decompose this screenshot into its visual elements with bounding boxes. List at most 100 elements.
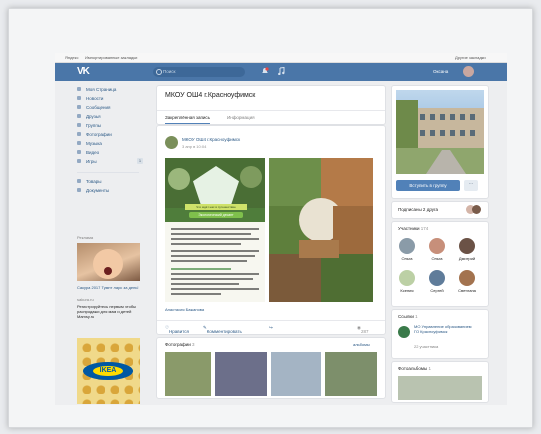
group-header-card: МКОУ ОШ4 г.Красноуфимск Закреплённая зап… [156,85,386,125]
member-item[interactable]: Ольга [396,238,418,261]
post-image-left[interactable]: Что ждёт нас в путешествие Экологический… [165,158,265,302]
share-icon[interactable]: ↪ [269,325,273,331]
links-card: Ссылки 1 МО Управление образованием ГО К… [391,309,489,359]
post-author-avatar[interactable] [165,136,178,149]
member-item[interactable]: Ксения [396,270,418,293]
friend-avatar [472,205,481,214]
community-members: 22 участника [414,344,439,349]
menu-item-messages[interactable]: Сообщения [77,103,147,112]
top-header: VK Поиск Оксана [55,63,507,81]
post-actions: ♡ Нравится ✎ Комментировать ↪ ◉ 287 [157,320,385,335]
user-name[interactable]: Оксана [433,69,448,74]
group-cover-photo[interactable] [396,90,484,174]
post-author[interactable]: МКОУ ОШ4 г.Красноуфимск [182,137,240,142]
friends-icon [77,114,81,118]
albums-title[interactable]: Фотоальбомы 1 [398,366,431,371]
ad-header: Реклама [77,235,94,240]
post-image-right[interactable] [269,158,373,302]
member-item[interactable]: Ольга [426,238,448,261]
like-button[interactable]: ♡ Нравится [165,325,189,334]
messages-icon [77,105,81,109]
music-note-icon[interactable] [277,67,285,75]
post-author-link[interactable]: Анастасия Бажанова [165,307,204,312]
user-avatar[interactable] [463,66,474,77]
tab-pinned-post[interactable]: Закреплённая запись [165,115,211,124]
bookmark-yandex[interactable]: Яндекс [65,55,78,60]
search-icon [156,69,162,75]
photo-frame: Яндекс Импортированные закладки Другие з… [8,8,533,428]
home-icon [77,87,81,91]
member-item[interactable]: Светлана [456,270,478,293]
photo-thumb[interactable] [215,352,267,396]
menu-item-photos[interactable]: Фотографии [77,130,147,139]
vk-logo[interactable]: VK [77,66,90,77]
ad-image-ikea[interactable]: IKEA [77,338,140,404]
bookmarks-bar: Яндекс Импортированные закладки Другие з… [55,53,507,63]
menu-item-groups[interactable]: Группы [77,121,147,130]
school-building [416,108,484,148]
photos-card: Фотографии 3 альбомы [156,337,386,399]
ad-domain: sakura.ru [77,297,94,302]
goods-icon [77,179,81,183]
community-link[interactable]: МО Управление образованием ГО Красноуфим… [414,324,476,334]
bookmark-other[interactable]: Другие закладки [455,55,486,60]
games-icon [77,159,81,163]
group-title: МКОУ ОШ4 г.Красноуфимск [165,92,256,99]
menu-item-my-page[interactable]: Моя Страница [77,85,147,94]
community-avatar[interactable] [398,326,410,338]
menu-item-news[interactable]: Новости [77,94,147,103]
menu-item-goods[interactable]: Товары [77,177,147,186]
photos-all-link[interactable]: альбомы [353,342,370,347]
more-actions-button[interactable]: ··· [464,180,478,191]
tab-info[interactable]: Информация [227,115,255,120]
album-thumb[interactable] [398,376,482,400]
member-avatar [459,270,475,286]
member-avatar [399,238,415,254]
member-avatar [459,238,475,254]
links-title[interactable]: Ссылки 1 [398,314,418,319]
photo-thumb[interactable] [165,352,211,396]
photos-title: Фотографии 3 [165,342,195,347]
menu-item-friends[interactable]: Друзья [77,112,147,121]
menu-item-music[interactable]: Музыка [77,139,147,148]
friends-subscribed-text: Подписаны 2 друга [398,207,439,212]
post-date[interactable]: 3 апр в 10:04 [182,144,206,149]
join-group-button[interactable]: Вступить в группу [396,180,460,191]
member-avatar [399,270,415,286]
photos-icon [77,132,81,136]
menu-divider [77,166,139,173]
docs-icon [77,188,81,192]
menu-item-video[interactable]: Видео [77,148,147,157]
friends-subscribed-card[interactable]: Подписаны 2 друга [391,201,489,219]
video-icon [77,150,81,154]
group-tabs: Закреплённая запись Информация [157,110,385,124]
member-avatar [429,270,445,286]
cover-card: Вступить в группу ··· [391,85,489,199]
bookmark-imported[interactable]: Импортированные закладки [85,55,137,60]
members-card: Участники 174 Ольга Ольга Дмитрий Ксения… [391,221,489,307]
photo-thumb[interactable] [271,352,321,396]
bell-icon[interactable] [261,67,269,75]
comment-button[interactable]: ✎ Комментировать [203,325,242,334]
photo-thumb[interactable] [325,352,377,396]
ad-title[interactable]: Сакура 2017 Тумпт ларс за день! [77,285,143,290]
search-input[interactable]: Поиск [153,67,245,77]
albums-card: Фотоальбомы 1 [391,361,489,403]
poster-banner: Что ждёт нас в путешествие [185,204,247,210]
music-icon [77,141,81,145]
member-item[interactable]: Дмитрий [456,238,478,261]
menu-item-documents[interactable]: Документы [77,186,147,195]
browser-viewport: Яндекс Импортированные закладки Другие з… [55,53,507,405]
views-count: ◉ 287 [357,325,369,334]
members-title[interactable]: Участники 174 [398,226,428,231]
ikea-logo: IKEA [83,362,133,380]
search-placeholder: Поиск [163,69,176,74]
ad-image-surprised[interactable] [77,243,140,281]
member-item[interactable]: Сергей [426,270,448,293]
menu-item-games[interactable]: Игры 1 [77,157,147,166]
games-badge: 1 [137,158,143,164]
poster-title: Экологический десант [189,212,243,218]
news-icon [77,96,81,100]
member-avatar [429,238,445,254]
ad-description[interactable]: Регистрируйтесь первым чтобы распродажи … [77,304,143,319]
